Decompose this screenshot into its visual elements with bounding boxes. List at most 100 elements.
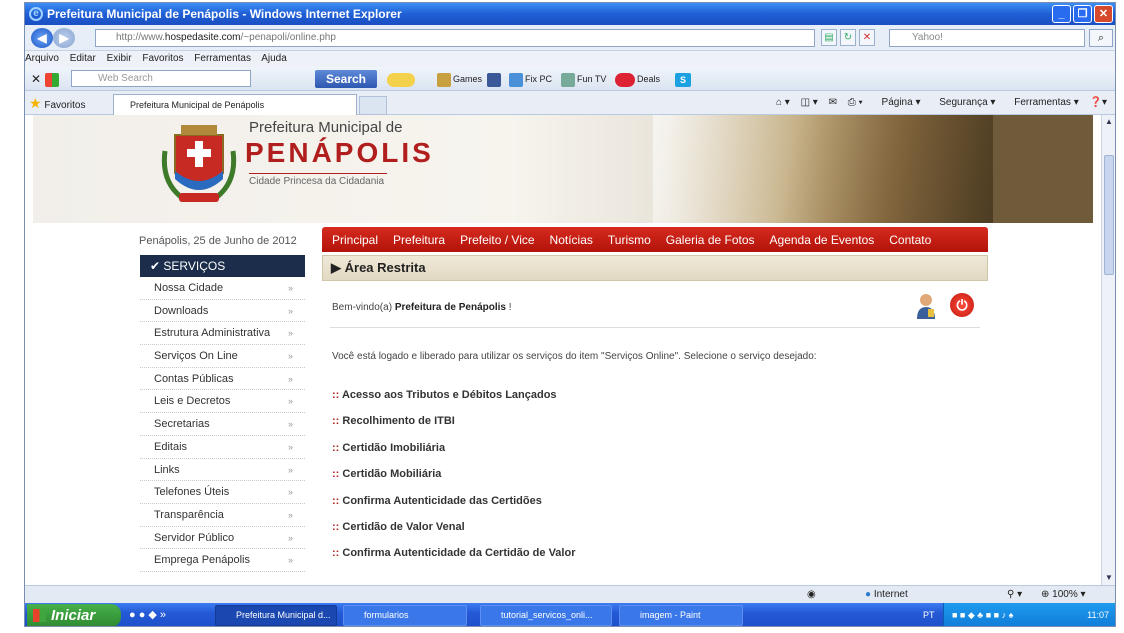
nav-contato[interactable]: Contato <box>889 233 931 247</box>
menu-exibir[interactable]: Exibir <box>107 53 132 64</box>
service-link-label: Confirma Autenticidade das Certidões <box>342 494 542 507</box>
maximize-button[interactable]: ❐ <box>1073 5 1092 23</box>
sidebar-item[interactable]: Secretarias » <box>140 413 305 436</box>
double-arrow-icon: » <box>287 351 293 362</box>
divider <box>330 327 980 328</box>
new-tab-button[interactable] <box>359 96 387 115</box>
minimize-button[interactable]: _ <box>1052 5 1071 23</box>
sidebar-item[interactable]: Contas Públicas » <box>140 368 305 391</box>
smiley-icon[interactable] <box>387 71 417 87</box>
service-link[interactable]: :: Acesso aos Tributos e Débitos Lançado… <box>332 389 575 415</box>
internet-zone: ● Internet <box>865 586 908 603</box>
nav-agenda[interactable]: Agenda de Eventos <box>770 233 875 247</box>
nav-galeria[interactable]: Galeria de Fotos <box>666 233 755 247</box>
service-link[interactable]: :: Recolhimento de ITBI <box>332 415 575 441</box>
privacy-icon[interactable]: ◉ <box>807 586 816 603</box>
task-doc[interactable]: tutorial_servicos_onli... <box>480 605 612 626</box>
task-ie[interactable]: Prefeitura Municipal d... <box>215 605 337 626</box>
toolbar-search-button[interactable]: Search <box>315 70 377 88</box>
scroll-down-icon[interactable]: ▼ <box>1104 573 1114 583</box>
service-link[interactable]: :: Confirma Autenticidade da Certidão de… <box>332 547 575 573</box>
sidebar-item[interactable]: Nossa Cidade » <box>140 277 305 300</box>
service-link[interactable]: :: Certidão de Valor Venal <box>332 521 575 547</box>
task-label: tutorial_servicos_onli... <box>501 610 593 620</box>
link-bullet: :: <box>332 468 343 481</box>
tools-menu[interactable]: Ferramentas ▾ <box>1006 97 1079 108</box>
sidebar-item[interactable]: Servidor Público » <box>140 527 305 550</box>
sidebar-item[interactable]: Links » <box>140 459 305 482</box>
sidebar-item[interactable]: Leis e Decretos » <box>140 390 305 414</box>
scroll-thumb[interactable] <box>1104 155 1114 275</box>
nav-noticias[interactable]: Notícias <box>550 233 593 247</box>
sidebar-item-label: Estrutura Administrativa <box>154 327 271 340</box>
sidebar-item[interactable]: Serviços On Line » <box>140 345 305 368</box>
facebook-button[interactable] <box>487 71 503 87</box>
nav-prefeito-vice[interactable]: Prefeito / Vice <box>460 233 534 247</box>
logout-power-icon[interactable]: ⏻ <box>950 293 974 317</box>
task-folder[interactable]: formularios <box>343 605 467 626</box>
quick-launch-icon[interactable]: ● ● ◆ » <box>129 609 166 621</box>
language-indicator[interactable]: PT <box>923 603 935 626</box>
home-icon[interactable]: ⌂ ▾ <box>776 97 790 108</box>
funtv-button[interactable]: Fun TV <box>561 71 606 87</box>
refresh-icon[interactable]: ↻ <box>840 29 856 46</box>
task-paint[interactable]: imagem - Paint <box>619 605 743 626</box>
favorites-button[interactable]: ★ Favoritos <box>29 95 85 114</box>
zoom-control[interactable]: ⊕ 100% ▾ <box>1041 586 1086 603</box>
double-arrow-icon: » <box>287 509 293 520</box>
vertical-scrollbar[interactable]: ▲ ▼ <box>1101 115 1115 585</box>
menu-favoritos[interactable]: Favoritos <box>142 53 183 64</box>
stop-icon[interactable]: ✕ <box>859 29 875 46</box>
sidebar-item-label: Servidor Público <box>154 531 235 544</box>
tray-icons[interactable]: ■ ■ ◆ ♣ ■ ■ ♪ ♠ <box>952 610 1013 620</box>
sidebar-item[interactable]: Emprega Penápolis » <box>140 549 305 572</box>
mail-icon[interactable]: ✉ <box>829 97 837 108</box>
forward-button[interactable]: ▶ <box>53 28 75 48</box>
user-icon[interactable] <box>915 293 937 319</box>
logo-title: PENÁPOLIS <box>245 137 434 168</box>
service-link[interactable]: :: Confirma Autenticidade das Certidões <box>332 495 575 521</box>
toolbar-search-input[interactable]: Web Search <box>71 70 251 87</box>
menu-ferramentas[interactable]: Ferramentas <box>194 53 251 64</box>
feeds-icon[interactable]: ◫ ▾ <box>801 97 818 108</box>
back-button[interactable]: ◀ <box>31 28 53 48</box>
menu-ajuda[interactable]: Ajuda <box>261 53 287 64</box>
menu-arquivo[interactable]: Arquivo <box>25 53 59 64</box>
print-icon[interactable]: ⎙ ▾ <box>848 97 863 108</box>
skype-icon[interactable]: S <box>675 71 693 87</box>
page-menu-label: Página <box>881 97 913 108</box>
tab-active[interactable]: Prefeitura Municipal de Penápolis <box>113 94 357 115</box>
page-menu[interactable]: Página ▾ <box>874 97 921 108</box>
protected-mode-icon[interactable]: ⚲ ▾ <box>1007 586 1022 603</box>
nav-principal[interactable]: Principal <box>332 233 378 247</box>
toolbar-apps-icon[interactable] <box>45 71 61 87</box>
nav-turismo[interactable]: Turismo <box>608 233 651 247</box>
double-arrow-icon: » <box>287 328 293 339</box>
help-icon[interactable]: ❓▾ <box>1090 97 1107 108</box>
sidebar-item[interactable]: Estrutura Administrativa » <box>140 322 305 346</box>
close-button[interactable]: ✕ <box>1094 5 1113 23</box>
sidebar-item[interactable]: Downloads » <box>140 300 305 323</box>
search-input[interactable]: Yahoo! <box>889 29 1085 47</box>
double-arrow-icon: » <box>287 555 293 566</box>
fixpc-button[interactable]: Fix PC <box>509 71 552 87</box>
sidebar-item[interactable]: Transparência » <box>140 504 305 527</box>
start-button[interactable]: Iniciar <box>27 604 121 626</box>
compat-view-icon[interactable]: ▤ <box>821 29 837 46</box>
url-field[interactable]: http://www.hospedasite.com/~penapoli/onl… <box>95 29 815 47</box>
menu-editar[interactable]: Editar <box>70 53 96 64</box>
service-link[interactable]: :: Certidão Mobiliária <box>332 468 575 494</box>
sidebar-item[interactable]: Telefones Úteis » <box>140 481 305 504</box>
nav-prefeitura[interactable]: Prefeitura <box>393 233 445 247</box>
games-button[interactable]: Games <box>437 71 482 87</box>
link-bullet: :: <box>332 415 343 428</box>
service-link[interactable]: :: Certidão Imobiliária <box>332 442 575 468</box>
scroll-up-icon[interactable]: ▲ <box>1104 117 1114 127</box>
link-bullet: :: <box>332 547 343 560</box>
sidebar-item[interactable]: Editais » <box>140 436 305 459</box>
deals-button[interactable]: Deals <box>615 71 660 87</box>
search-icon[interactable]: ⌕ <box>1089 29 1113 47</box>
sidebar-header[interactable]: ✔ SERVIÇOS <box>140 255 305 277</box>
toolbar-close-icon[interactable]: ✕ <box>31 71 41 87</box>
security-menu[interactable]: Segurança ▾ <box>931 97 995 108</box>
